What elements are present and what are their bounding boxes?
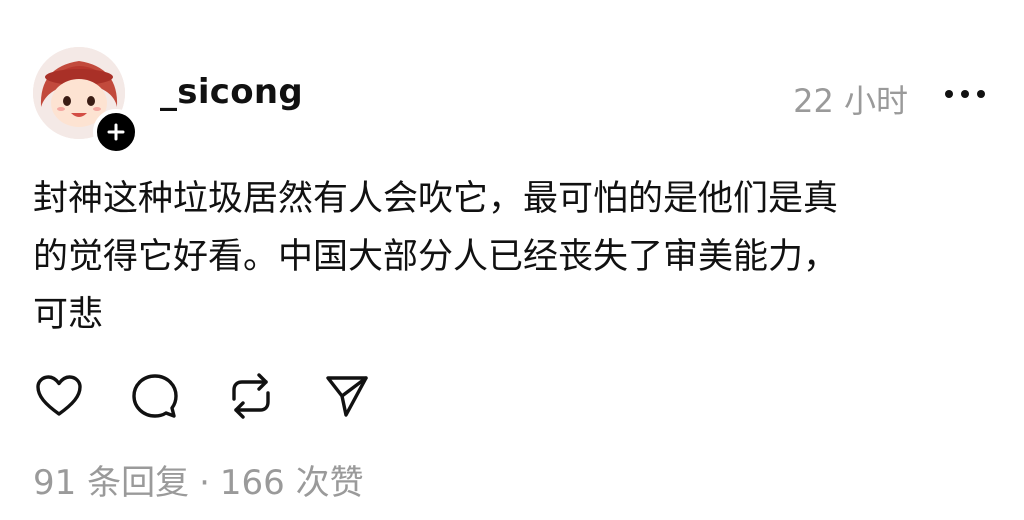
post-actions	[33, 370, 373, 422]
share-button[interactable]	[321, 370, 373, 422]
heart-icon	[36, 375, 82, 416]
comment-bubble-icon	[132, 374, 178, 418]
more-options-button[interactable]	[945, 86, 985, 102]
post-timestamp: 22 小时	[793, 82, 908, 120]
plus-icon	[107, 123, 125, 141]
repost-icon	[232, 373, 270, 419]
like-button[interactable]	[33, 370, 85, 422]
reply-count[interactable]: 91 条回复	[33, 463, 189, 503]
follow-button[interactable]	[93, 109, 139, 155]
send-icon	[326, 376, 368, 417]
ellipsis-icon	[945, 90, 953, 98]
avatar-group[interactable]	[33, 47, 139, 155]
ellipsis-icon	[961, 90, 969, 98]
post-stats: 91 条回复 · 166 次赞	[33, 455, 364, 504]
ellipsis-icon	[977, 90, 985, 98]
post-body-text: 封神这种垃圾居然有人会吹它，最可怕的是他们是真 的觉得它好看。中国大部分人已经丧…	[33, 179, 839, 335]
like-count[interactable]: 166 次赞	[220, 463, 364, 503]
reply-button[interactable]	[129, 370, 181, 422]
stats-separator: ·	[199, 463, 210, 503]
thread-post: _sicong 22 小时 封神这种垃圾居然有人会吹它，最可怕的是他们是真 的觉…	[0, 0, 1024, 520]
repost-button[interactable]	[225, 370, 277, 422]
username[interactable]: _sicong	[160, 72, 303, 112]
